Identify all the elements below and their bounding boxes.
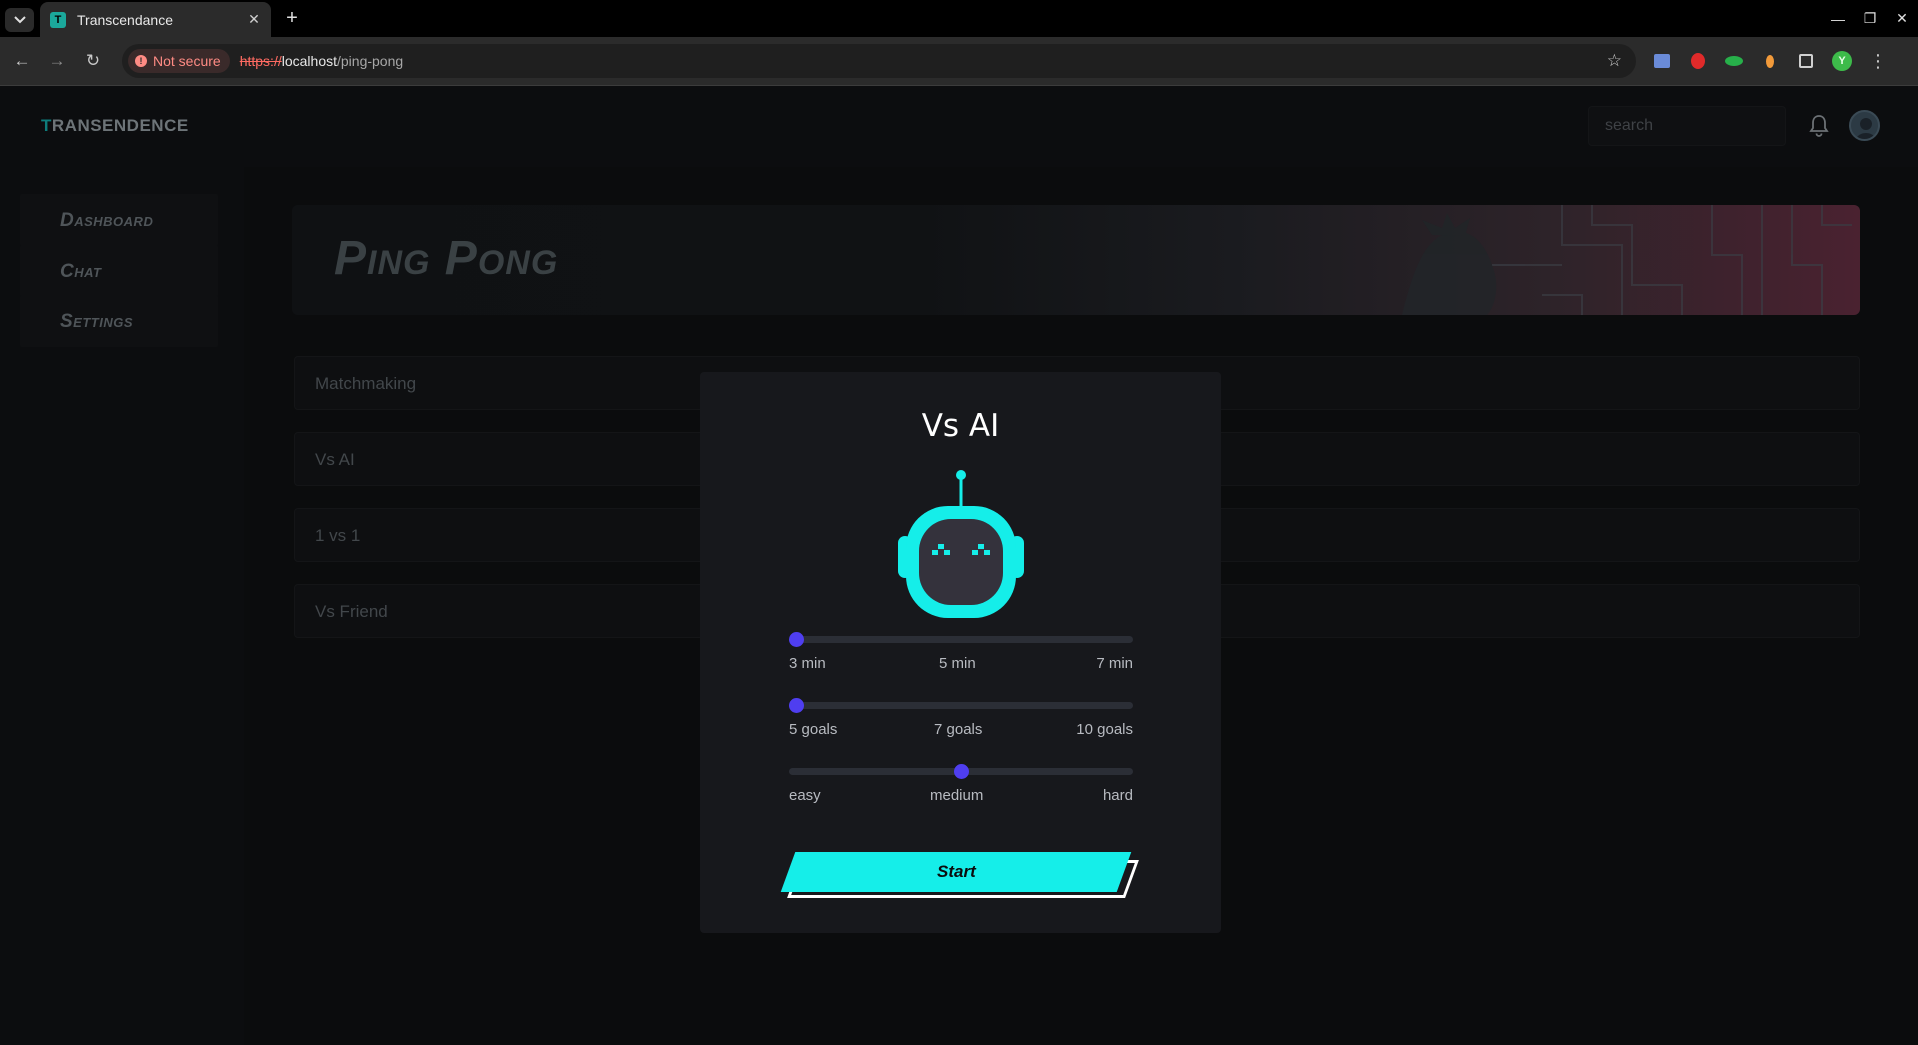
difficulty-thumb[interactable] [953, 764, 969, 779]
translate-extension-icon[interactable] [1648, 47, 1676, 75]
search-input[interactable]: search [1588, 106, 1786, 146]
app-root: TRANSENDENCE search Dashboard Chat Setti… [0, 86, 1918, 1045]
close-window-icon[interactable]: ✕ [1886, 0, 1918, 37]
start-button-label: Start [936, 862, 976, 881]
user-avatar[interactable] [1849, 110, 1880, 141]
browser-toolbar: ← → ↻ ! Not secure https://localhost/pin… [0, 37, 1918, 86]
url-path: /ping-pong [337, 53, 404, 69]
orange-extension-icon[interactable] [1756, 47, 1784, 75]
sidebar: Dashboard Chat Settings [0, 167, 244, 1045]
warning-icon: ! [135, 55, 147, 67]
robot-icon [898, 470, 1024, 618]
difficulty-label-medium: medium [930, 787, 984, 804]
app-header: TRANSENDENCE search [0, 86, 1918, 167]
window-controls: — ❐ ✕ [1822, 0, 1918, 37]
duration-label-min: 3 min [789, 655, 826, 672]
goals-slider[interactable] [789, 694, 1133, 722]
tab-favicon-icon: T [50, 11, 66, 28]
sidebar-item-chat[interactable]: Chat [20, 245, 218, 297]
goals-labels: 5 goals 7 goals 10 goals [789, 721, 1133, 739]
start-button-wrap: Start [780, 852, 1139, 908]
tab-close-icon[interactable]: ✕ [246, 11, 262, 28]
green-eye-extension-icon[interactable] [1720, 47, 1748, 75]
duration-label-max: 7 min [1096, 655, 1133, 672]
puzzle-extensions-icon[interactable] [1792, 47, 1820, 75]
goals-label-mid: 7 goals [934, 721, 983, 738]
minimize-icon[interactable]: — [1822, 0, 1854, 37]
browser-tab[interactable]: T Transcendance ✕ [40, 2, 271, 37]
chevron-down-icon [13, 16, 26, 24]
duration-slider[interactable] [789, 628, 1133, 656]
goals-thumb[interactable] [789, 698, 804, 713]
security-indicator[interactable]: ! Not secure [128, 49, 230, 73]
new-tab-button[interactable]: + [281, 7, 303, 29]
forward-arrow-icon[interactable]: → [43, 47, 71, 75]
bookmark-star-icon[interactable]: ☆ [1607, 51, 1622, 71]
modal-title: Vs AI [921, 408, 1000, 444]
goals-label-min: 5 goals [789, 721, 838, 738]
sidebar-item-dashboard[interactable]: Dashboard [20, 194, 218, 246]
browser-menu-icon[interactable]: ⋮ [1864, 47, 1892, 75]
page-title: Ping Pong [334, 232, 559, 285]
back-arrow-icon[interactable]: ← [8, 47, 36, 75]
restore-icon[interactable]: ❐ [1854, 0, 1886, 37]
difficulty-slider[interactable] [789, 760, 1133, 788]
difficulty-labels: easy medium hard [789, 787, 1133, 805]
goals-track[interactable] [789, 702, 1133, 709]
profile-avatar-icon[interactable]: Y [1828, 47, 1856, 75]
browser-tabstrip: T Transcendance ✕ + — ❐ ✕ [0, 0, 1918, 37]
tab-search-button[interactable] [5, 8, 34, 32]
duration-track[interactable] [789, 636, 1133, 643]
address-bar[interactable]: ! Not secure https://localhost/ping-pong… [122, 44, 1636, 78]
duration-label-mid: 5 min [939, 655, 976, 672]
tab-title: Transcendance [77, 11, 173, 28]
url-host: localhost [281, 53, 337, 69]
url-scheme: https:// [239, 53, 282, 69]
duration-labels: 3 min 5 min 7 min [789, 655, 1133, 673]
start-button[interactable]: Start [780, 852, 1132, 892]
red-extension-icon[interactable] [1684, 47, 1712, 75]
difficulty-label-hard: hard [1102, 787, 1133, 804]
page-banner: Ping Pong [292, 205, 1860, 315]
logo-initial: T [41, 116, 52, 135]
profile-initial: Y [1838, 55, 1846, 67]
security-label: Not secure [153, 53, 221, 69]
extensions-row: Y ⋮ [1648, 47, 1900, 75]
vs-ai-modal: Vs AI 3 min 5 min 7 min 5 goals 7 goals … [700, 372, 1221, 933]
sidebar-item-settings[interactable]: Settings [20, 295, 218, 347]
difficulty-label-easy: easy [789, 787, 821, 804]
goals-label-max: 10 goals [1076, 721, 1133, 738]
app-logo[interactable]: TRANSENDENCE [41, 116, 189, 136]
url-text: https://localhost/ping-pong [240, 53, 403, 69]
logo-text: RANSENDENCE [51, 116, 189, 135]
bell-icon[interactable] [1808, 114, 1830, 138]
duration-thumb[interactable] [789, 632, 804, 647]
reload-icon[interactable]: ↻ [79, 47, 107, 75]
